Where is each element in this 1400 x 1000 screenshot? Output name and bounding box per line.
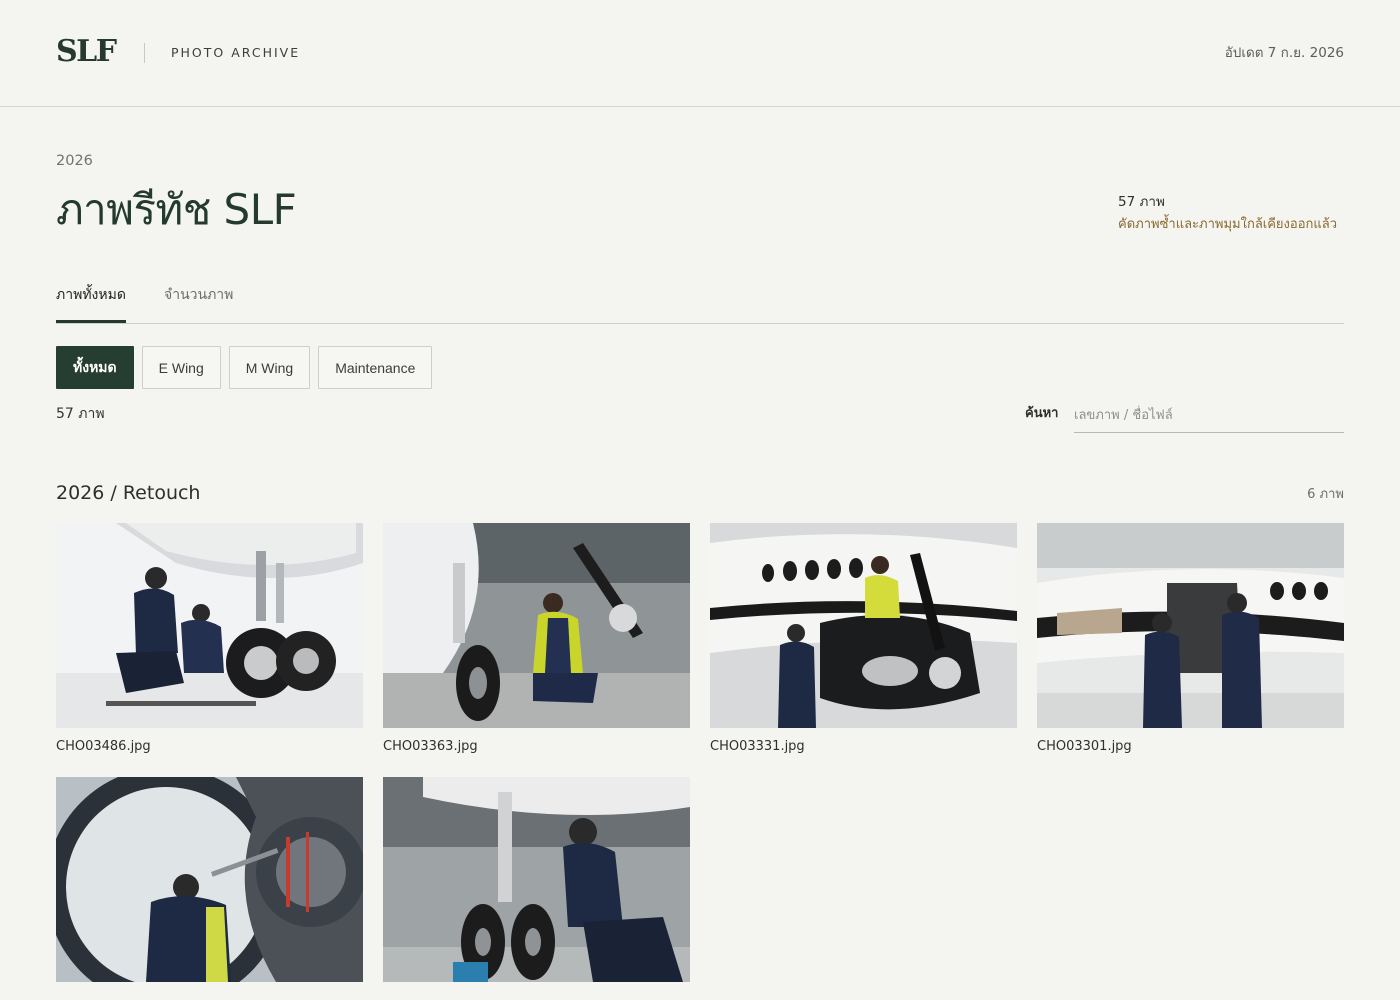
photo-card[interactable]: CHO03331.jpg [710,523,1017,755]
archive-label: PHOTO ARCHIVE [171,45,301,60]
slf-logo[interactable]: SLF [56,35,117,69]
photo-filename: CHO03331.jpg [710,739,805,754]
photo-card[interactable]: CHO03301.jpg [1037,523,1344,755]
landing-gear-photo-image [56,523,363,728]
photo-card[interactable]: CHO03486.jpg [56,523,363,755]
total-photo-count: 57 ภาพ [1118,194,1165,210]
view-tabs: ภาพทั้งหมด จำนวนภาพ [56,278,1344,324]
section-count: 6 ภาพ [1307,487,1344,502]
photo-card[interactable] [56,777,363,993]
photo-thumbnail[interactable] [383,523,690,728]
jet-engine-photo-image [56,777,363,982]
photo-grid: CHO03486.jpg CHO03363.jpg CHO03331.jpg C… [56,523,1344,993]
photo-card[interactable]: CHO03363.jpg [383,523,690,755]
photo-filename: CHO03301.jpg [1037,739,1132,754]
photo-thumbnail[interactable] [710,523,1017,728]
photo-thumbnail[interactable] [56,777,363,982]
photo-filename: CHO03486.jpg [56,739,151,754]
photo-thumbnail[interactable] [56,523,363,728]
filter-maintenance[interactable]: Maintenance [318,346,433,389]
engine-nacelle-photo-image [1037,523,1344,728]
logo-divider [144,43,145,63]
photo-filename: CHO03363.jpg [383,739,478,754]
tab-photo-count[interactable]: จำนวนภาพ [164,284,233,323]
result-count: 57 ภาพ [56,406,105,422]
filter-all[interactable]: ทั้งหมด [56,346,134,389]
section-title: 2026 / Retouch [56,482,201,504]
nose-gear-photo-image [383,523,690,728]
photo-card[interactable] [383,777,690,993]
year-label: 2026 [56,153,93,169]
filter-e-wing[interactable]: E Wing [141,346,221,389]
dedupe-note: คัดภาพซ้ำและภาพมุมใกล้เคียงออกแล้ว [1118,217,1338,232]
filter-chips: ทั้งหมด E Wing M Wing Maintenance [56,346,433,389]
tab-all-photos[interactable]: ภาพทั้งหมด [56,284,126,323]
page-title: ภาพรีทัช SLF [56,185,297,234]
nose-wheel-photo-image [383,777,690,982]
filter-m-wing[interactable]: M Wing [228,346,311,389]
top-bar: SLF PHOTO ARCHIVE อัปเดต 7 ก.ย. 2026 [0,0,1400,107]
summary-block: 57 ภาพ คัดภาพซ้ำและภาพมุมใกล้เคียงออกแล้… [1118,193,1344,234]
search-input[interactable] [1074,398,1344,433]
photo-thumbnail[interactable] [383,777,690,982]
photo-thumbnail[interactable] [1037,523,1344,728]
search-label: ค้นหา [1025,406,1059,421]
propeller-photo-image [710,523,1017,728]
updated-date: อัปเดต 7 ก.ย. 2026 [1224,45,1344,61]
